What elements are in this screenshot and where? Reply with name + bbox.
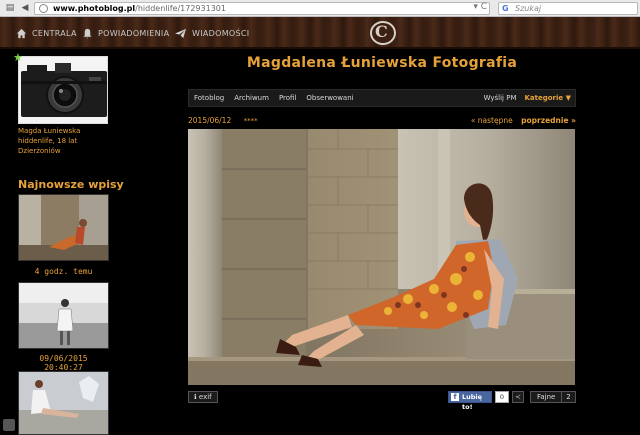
- menu-profil[interactable]: Profil: [274, 94, 301, 102]
- blog-menu: Fotoblog Archiwum Profil Obserwowani Wyś…: [188, 89, 576, 107]
- facebook-like-button[interactable]: f Lubię to!: [448, 391, 492, 411]
- latest-post-time-1: 4 godz. temu: [34, 267, 93, 276]
- main-photo[interactable]: [188, 129, 575, 385]
- search-input[interactable]: G Szukaj: [498, 2, 638, 15]
- nav-powiadomienia[interactable]: POWIADOMIENIA: [82, 17, 169, 49]
- thumb-image-1: [19, 195, 108, 260]
- menu-fotoblog[interactable]: Fotoblog: [189, 94, 229, 102]
- post-info: 2015/06/12 ****: [188, 116, 258, 125]
- camera-illustration: [19, 57, 107, 123]
- latest-posts-heading: Najnowsze wpisy: [18, 178, 124, 191]
- top-navigation: CENTRALA POWIADOMIENIA WIADOMOŚCI C: [0, 17, 640, 49]
- post-pager: « następne poprzednie »: [471, 116, 576, 125]
- thumb-image-3: [19, 372, 108, 434]
- exif-label: exif: [198, 393, 212, 401]
- facebook-like-count: 0: [495, 391, 509, 403]
- thumb-image-2: [19, 283, 108, 348]
- facebook-like-label: Lubię to!: [462, 393, 483, 411]
- search-engine-icon: G: [502, 4, 509, 13]
- menu-obserwowani[interactable]: Obserwowani: [301, 94, 358, 102]
- search-placeholder: Szukaj: [515, 4, 542, 13]
- photo-actions: ℹ exif f Lubię to! 0 ≺ Fajne 2: [188, 391, 576, 411]
- url-domain: www.photoblog.pl: [53, 4, 136, 13]
- facebook-icon: f: [451, 393, 459, 401]
- site-logo[interactable]: C: [370, 21, 396, 45]
- nav-wiadomosci[interactable]: WIADOMOŚCI: [174, 17, 249, 49]
- paper-plane-icon: [175, 28, 186, 38]
- profile-avatar[interactable]: [18, 56, 108, 124]
- globe-icon: [39, 4, 48, 13]
- profile-city: Dzierżoniów: [18, 147, 61, 155]
- send-pm-link[interactable]: Wyślij PM: [484, 94, 517, 102]
- nav-wiadomosci-label: WIADOMOŚCI: [192, 28, 250, 38]
- nav-centrala[interactable]: CENTRALA: [16, 17, 77, 49]
- info-icon: ℹ: [194, 393, 197, 401]
- latest-post-thumb-1[interactable]: [18, 194, 109, 261]
- bell-icon: [83, 28, 92, 39]
- previous-post-link[interactable]: poprzednie »: [521, 116, 576, 125]
- exif-button[interactable]: ℹ exif: [188, 391, 218, 403]
- categories-dropdown[interactable]: Kategorie ▼: [525, 94, 572, 102]
- categories-label: Kategorie: [524, 94, 564, 102]
- share-icon[interactable]: ≺: [512, 391, 524, 403]
- menu-archiwum[interactable]: Archiwum: [229, 94, 274, 102]
- url-path: /hiddenlife/172931301: [135, 4, 226, 13]
- main-photo-image: [188, 129, 575, 385]
- latest-post-time-2: 09/06/2015 20:40:27: [39, 354, 88, 372]
- home-icon: [16, 28, 27, 38]
- nav-powiadomienia-label: POWIADOMIENIA: [98, 28, 170, 38]
- fajne-button[interactable]: Fajne 2: [530, 391, 576, 403]
- fajne-label: Fajne: [537, 393, 556, 401]
- latest-post-thumb-2[interactable]: [18, 282, 109, 349]
- nav-centrala-label: CENTRALA: [32, 28, 77, 38]
- blog-title[interactable]: Magdalena Łuniewska Fotografia: [188, 55, 576, 71]
- blog-content: Magdalena Łuniewska Fotografia Fotoblog …: [188, 49, 576, 435]
- profile-name[interactable]: Magda Łuniewska: [18, 127, 80, 135]
- star-icon: ★: [13, 51, 23, 64]
- latest-post-thumb-3[interactable]: [18, 371, 109, 435]
- browser-toolbar: ▤ ◀ www.photoblog.pl/hiddenlife/17293130…: [0, 0, 640, 17]
- caret-down-icon: ▼: [565, 94, 571, 102]
- profile-username[interactable]: hiddenlife, 18 lat: [18, 137, 77, 145]
- reload-icon[interactable]: ▾ C: [473, 2, 487, 13]
- address-bar[interactable]: www.photoblog.pl/hiddenlife/172931301 ▾ …: [34, 2, 490, 15]
- page-body: ★ Magda Łuniewska hiddenlife, 18 lat Dzi…: [0, 49, 640, 435]
- corner-widget-icon[interactable]: [3, 419, 15, 431]
- logo-glyph: C: [375, 22, 388, 41]
- post-rating: ****: [243, 117, 258, 125]
- menu-right: Wyślij PM Kategorie ▼: [484, 90, 571, 106]
- next-post-link[interactable]: « następne: [471, 116, 513, 125]
- sidebar: ★ Magda Łuniewska hiddenlife, 18 lat Dzi…: [0, 49, 180, 435]
- tab-list-icon[interactable]: ▤: [3, 2, 17, 14]
- post-date: 2015/06/12: [188, 116, 232, 125]
- fajne-count: 2: [561, 392, 575, 402]
- back-icon[interactable]: ◀: [18, 2, 32, 14]
